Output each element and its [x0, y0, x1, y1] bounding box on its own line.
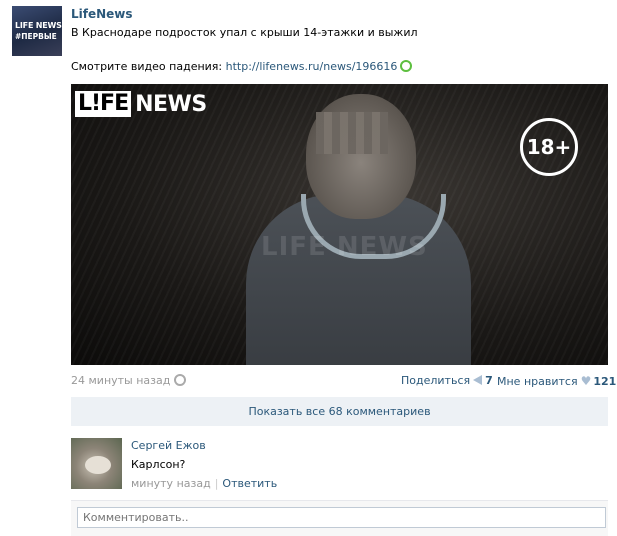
avatar-logo: LIFE NEWS [15, 21, 62, 30]
author-name-link[interactable]: LifeNews [71, 7, 133, 21]
share-count: 7 [485, 374, 493, 387]
comment-meta: минуту назад | Ответить [131, 477, 278, 490]
post-text: В Краснодаре подросток упал с крыши 14-э… [71, 26, 418, 39]
external-link-icon [400, 60, 413, 72]
video-watermark: LIFE NEWS [261, 232, 428, 262]
comment-input[interactable] [77, 507, 606, 528]
post-link[interactable]: http://lifenews.ru/news/196616 [226, 60, 398, 73]
video-blur-censor [316, 112, 388, 154]
reply-link[interactable]: Ответить [222, 477, 277, 490]
video-lifenews-logo: L!FE NEWS [75, 91, 207, 117]
show-all-comments-button[interactable]: Показать все 68 комментариев [71, 397, 608, 426]
like-count: 121 [593, 375, 617, 388]
author-avatar[interactable]: LIFE NEWS #ПЕРВЫЕ [12, 6, 62, 56]
comment-text: Карлсон? [131, 458, 186, 471]
comment-time[interactable]: минуту назад [131, 477, 211, 490]
video-prompt-text: Смотрите видео падения: [71, 60, 226, 73]
post-time[interactable]: 24 минуты назад [71, 374, 187, 387]
avatar-caption: #ПЕРВЫЕ [15, 32, 57, 41]
age-rating-badge: 18+ [520, 118, 578, 176]
comment-author-link[interactable]: Сергей Ежов [131, 439, 206, 452]
heart-icon: ♥ [580, 374, 592, 388]
comment-avatar[interactable] [71, 438, 122, 489]
video-player[interactable]: LIFE NEWS L!FE NEWS 18+ [71, 84, 608, 365]
like-button[interactable]: Мне нравится ♥ 121 [497, 374, 616, 388]
gear-icon[interactable] [174, 374, 187, 386]
comment-box [71, 500, 608, 536]
share-button[interactable]: Поделиться 7 [401, 374, 493, 387]
post-video-line: Смотрите видео падения: http://lifenews.… [71, 60, 413, 73]
megaphone-icon [473, 375, 483, 385]
